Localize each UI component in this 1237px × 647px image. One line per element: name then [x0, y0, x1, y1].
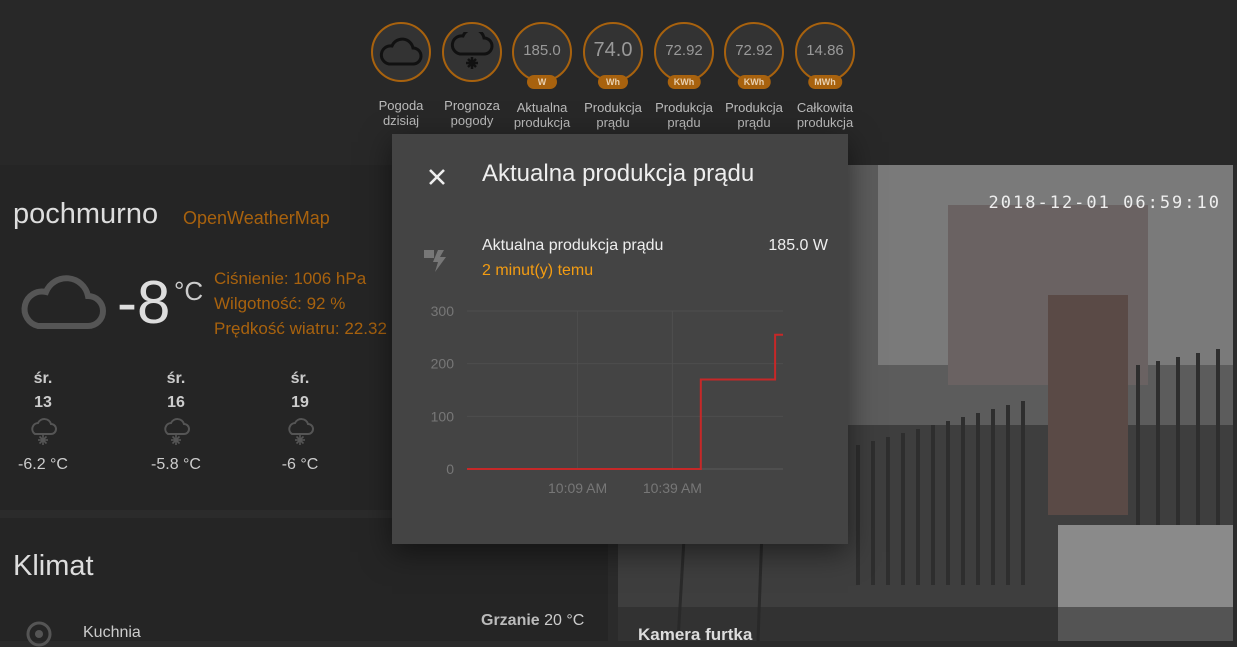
forecast-item: śr. 19 -6 °C [270, 370, 330, 474]
badge-unit: KWh [667, 75, 701, 89]
badge-circle [371, 22, 431, 82]
forecast-item: śr. 13 -6.2 °C [13, 370, 73, 474]
badge-circle: 72.92 KWh [654, 22, 714, 89]
y-tick-label: 300 [431, 303, 455, 319]
forecast-hour: 19 [291, 394, 309, 411]
weather-pressure: Ciśnienie: 1006 hPa [214, 269, 367, 288]
badge-value: 14.86 [806, 41, 844, 59]
camera-name: Kamera furtka [638, 625, 753, 641]
badge-label: Produkcja prądu miesięcz... [655, 100, 713, 130]
forecast-temp: -5.8 °C [151, 456, 201, 473]
snow-icon [31, 418, 57, 445]
climate-mode-label: Grzanie [481, 612, 540, 629]
badge-weather-forecast[interactable]: Prognoza pogody [442, 22, 502, 128]
history-chart[interactable]: 0 100 200 300 10:09 AM 10:39 AM [392, 294, 848, 504]
more-info-dialog: Aktualna produkcja prądu Aktualna produk… [392, 134, 848, 544]
badge-value: 72.92 [665, 41, 703, 59]
x-tick-label: 10:39 AM [643, 480, 702, 496]
badge-value: 72.92 [735, 41, 773, 59]
entity-last-changed: 2 minut(y) temu [482, 262, 594, 279]
thermostat-icon [26, 621, 52, 647]
badge-label: Produkcja prądu dzienna [584, 100, 642, 130]
forecast-item: śr. 16 -5.8 °C [146, 370, 206, 474]
badge-unit: MWh [808, 75, 842, 89]
weather-temp-unit: °C [174, 276, 204, 306]
badge-unit: Wh [598, 75, 628, 89]
badge-circle: 185.0 W [512, 22, 572, 89]
forecast-hour: 16 [167, 394, 185, 411]
weather-condition: pochmurno [13, 198, 159, 230]
badge-value: 185.0 [523, 41, 561, 59]
climate-mode: Grzanie 20 °C [481, 612, 584, 630]
climate-entity-name[interactable]: Kuchnia [83, 624, 141, 642]
camera-footer: Kamera furtka [618, 607, 1233, 641]
x-tick-label: 10:09 AM [548, 480, 607, 496]
y-tick-label: 0 [446, 461, 454, 477]
cloud-icon [379, 37, 423, 66]
flash-icon [424, 250, 446, 272]
cloud-snow-icon [450, 32, 494, 69]
badge-total-power[interactable]: 14.86 MWh Całkowita produkcja prądu [795, 22, 855, 130]
entity-name: Aktualna produkcja prądu [482, 237, 664, 254]
badge-label: Prognoza pogody [444, 98, 500, 128]
weather-temperature: -8 [117, 269, 171, 336]
badge-current-power[interactable]: 185.0 W Aktualna produkcja prądu [512, 22, 572, 130]
y-tick-label: 200 [431, 356, 455, 372]
cloud-icon [21, 275, 106, 329]
badge-label: Pogoda dzisiaj [378, 98, 424, 128]
badge-circle [442, 22, 502, 82]
weather-wind: Prędkość wiatru: 22.32 [214, 319, 387, 338]
forecast-temp: -6 °C [281, 456, 319, 473]
camera-timestamp: 2018-12-01 06:59:10 [988, 193, 1221, 213]
series-line [467, 333, 783, 470]
snow-icon [288, 418, 314, 445]
close-icon[interactable] [422, 162, 452, 192]
badge-label: Produkcja prądu roczna [725, 100, 783, 130]
dialog-title: Aktualna produkcja prądu [482, 160, 755, 187]
badge-monthly-power[interactable]: 72.92 KWh Produkcja prądu miesięcz... [654, 22, 714, 130]
badge-circle: 72.92 KWh [724, 22, 784, 89]
climate-mode-temp: 20 °C [544, 612, 585, 629]
badge-daily-power[interactable]: 74.0 Wh Produkcja prądu dzienna [583, 22, 643, 130]
badge-value: 74.0 [593, 38, 633, 61]
forecast-temp: -6.2 °C [18, 456, 68, 473]
forecast-hour: 13 [34, 394, 52, 411]
forecast-day: śr. [166, 370, 186, 387]
entity-value: 185.0 W [768, 237, 828, 254]
badge-weather-today[interactable]: Pogoda dzisiaj [371, 22, 431, 128]
weather-source: OpenWeatherMap [183, 208, 330, 228]
badge-unit: KWh [737, 75, 771, 89]
climate-title: Klimat [13, 550, 94, 582]
badge-circle: 14.86 MWh [795, 22, 855, 89]
snow-icon [164, 418, 190, 445]
badge-circle: 74.0 Wh [583, 22, 643, 89]
badge-label: Aktualna produkcja prądu [513, 100, 571, 130]
badge-yearly-power[interactable]: 72.92 KWh Produkcja prądu roczna [724, 22, 784, 130]
forecast-day: śr. [33, 370, 53, 387]
badge-unit: W [527, 75, 557, 89]
weather-humidity: Wilgotność: 92 % [214, 294, 346, 313]
forecast-day: śr. [290, 370, 310, 387]
badge-label: Całkowita produkcja prądu [796, 100, 854, 130]
y-tick-label: 100 [431, 408, 455, 424]
